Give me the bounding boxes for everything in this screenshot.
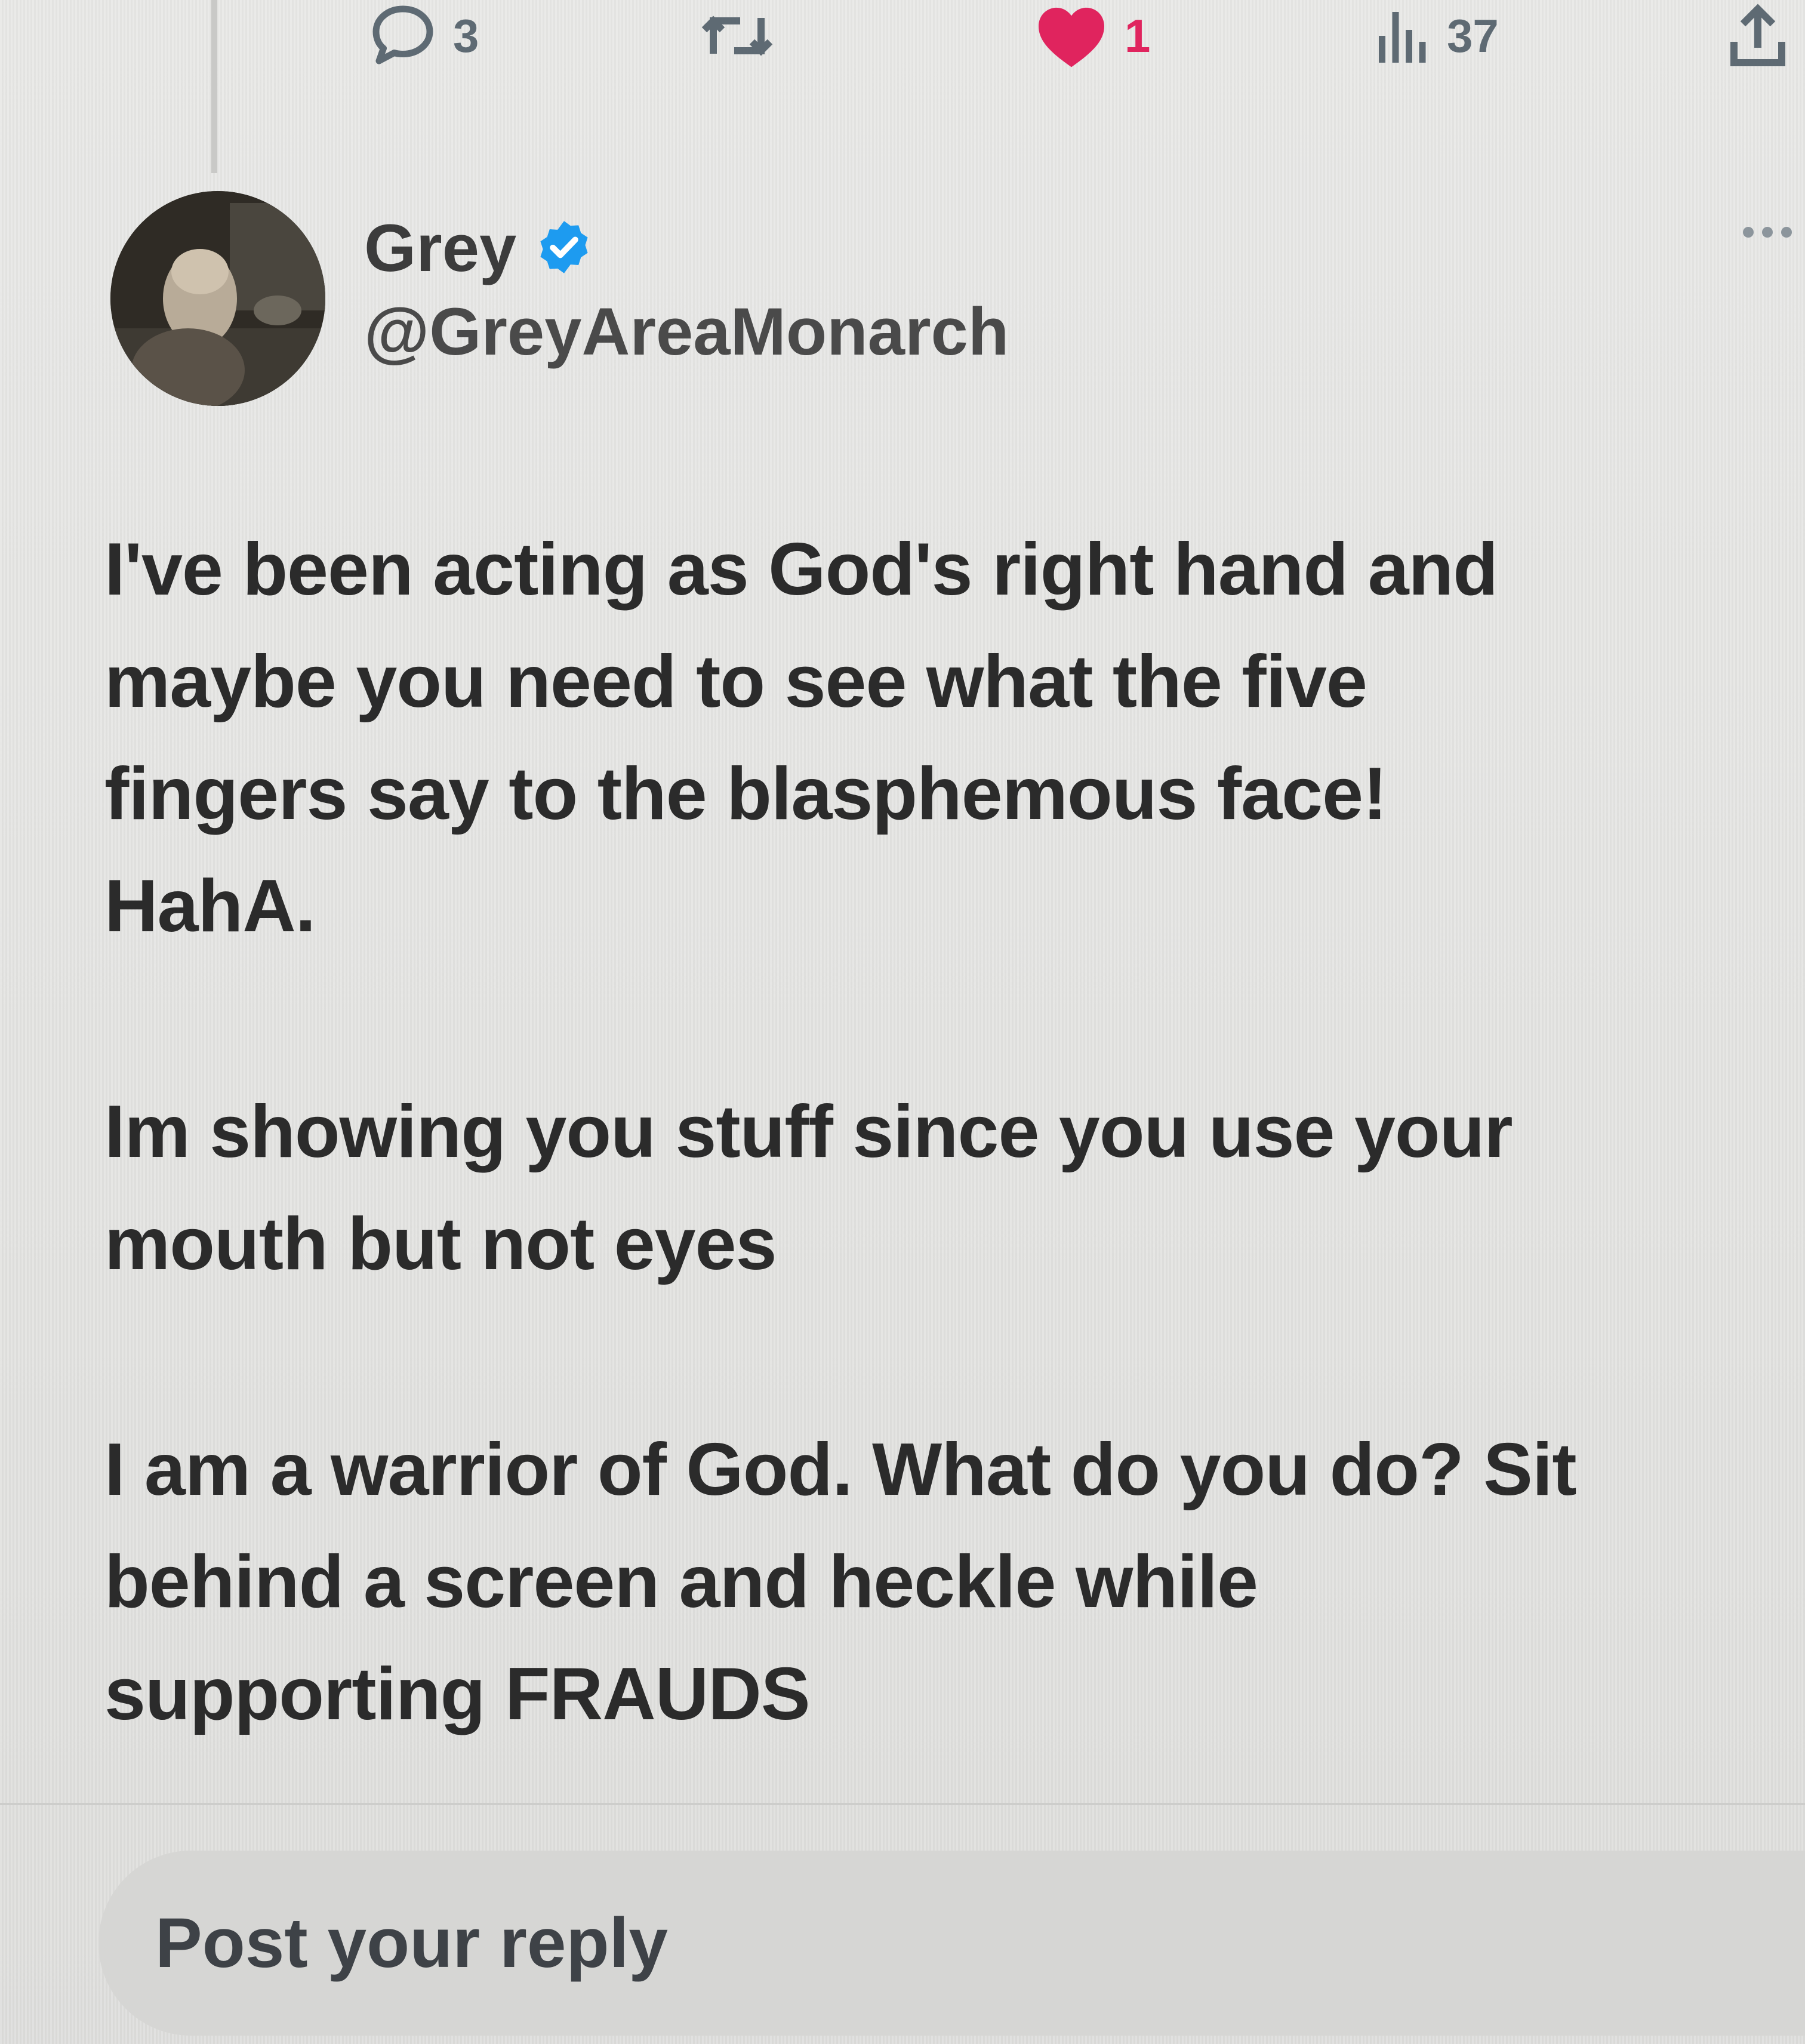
post-line: Im showing you stuff since you use your xyxy=(104,1091,1513,1173)
post-paragraph: I've been acting as God's right hand and… xyxy=(104,513,1794,962)
views-chart-icon xyxy=(1373,6,1433,66)
reply-count: 3 xyxy=(453,9,479,62)
post-paragraph: I am a warrior of God. What do you do? S… xyxy=(104,1414,1794,1750)
more-dots-icon[interactable] xyxy=(1743,227,1792,238)
reply-bubble-icon xyxy=(367,3,439,69)
divider xyxy=(0,1803,1805,1805)
post-line: I've been acting as God's right hand and xyxy=(104,528,1498,611)
post-line: fingers say to the blasphemous face! xyxy=(104,753,1387,835)
post-line: HahA. xyxy=(104,865,316,947)
reply-button[interactable]: 3 xyxy=(367,0,479,72)
post-author-header: Grey @GreyAreaMonarch xyxy=(110,191,1722,406)
post-line: supporting FRAUDS xyxy=(104,1653,811,1735)
repost-icon xyxy=(698,6,776,66)
screen: 3 1 37 Grey @GreyAreaMonarch I've been a… xyxy=(0,0,1805,2044)
avatar[interactable] xyxy=(110,191,325,406)
author-display-name[interactable]: Grey xyxy=(364,215,516,282)
reply-input[interactable]: Post your reply xyxy=(98,1851,1805,2036)
like-button[interactable]: 1 xyxy=(1033,0,1150,72)
post-paragraph: Im showing you stuff since you use your … xyxy=(104,1076,1794,1300)
post-text: I've been acting as God's right hand and… xyxy=(104,513,1794,1864)
like-count: 1 xyxy=(1125,9,1151,62)
repost-button[interactable] xyxy=(698,0,790,72)
share-button[interactable] xyxy=(1725,0,1791,72)
post-line: mouth but not eyes xyxy=(104,1203,777,1285)
author-handle[interactable]: @GreyAreaMonarch xyxy=(364,298,1009,365)
post-line: maybe you need to see what the five xyxy=(104,641,1367,723)
author-name-row: Grey xyxy=(364,215,594,282)
previous-post-action-bar: 3 1 37 xyxy=(0,0,1805,72)
heart-icon xyxy=(1033,3,1110,69)
post-line: behind a screen and heckle while xyxy=(104,1541,1258,1623)
views-button[interactable]: 37 xyxy=(1373,0,1499,72)
post-line: I am a warrior of God. What do you do? S… xyxy=(104,1429,1577,1511)
view-count: 37 xyxy=(1447,9,1499,62)
verified-badge-icon xyxy=(534,217,594,280)
share-icon xyxy=(1725,3,1791,69)
reply-placeholder: Post your reply xyxy=(155,1904,669,1983)
